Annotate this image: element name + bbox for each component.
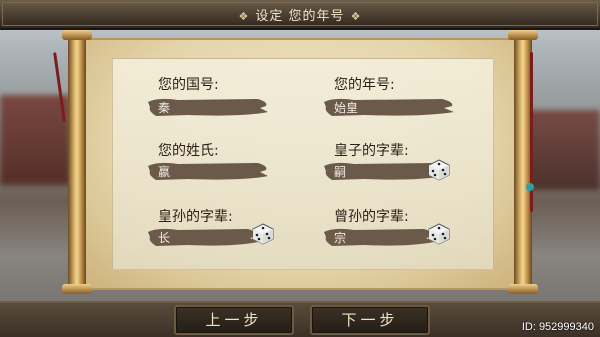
title-text: 设定 您的年号 bbox=[255, 9, 345, 24]
dice-icon[interactable] bbox=[427, 158, 451, 182]
country-value: 秦 bbox=[158, 101, 171, 115]
rod-cap-bottom-left bbox=[62, 284, 92, 294]
grandson-name-field[interactable]: 长 bbox=[148, 226, 268, 248]
ornament-left-icon: ❖ bbox=[238, 10, 250, 23]
prince-name-value: 嗣 bbox=[334, 165, 347, 179]
era-value: 始皇 bbox=[334, 101, 359, 115]
rod-cap-bottom-right bbox=[508, 284, 538, 294]
country-field[interactable]: 秦 bbox=[148, 96, 268, 118]
bottom-bar bbox=[0, 301, 600, 337]
grandson-name-value: 长 bbox=[158, 231, 171, 245]
next-step-button[interactable]: 下一步 bbox=[310, 305, 430, 335]
rod-cap-top-right bbox=[508, 30, 538, 40]
surname-field[interactable]: 嬴 bbox=[148, 160, 268, 182]
era-field[interactable]: 始皇 bbox=[324, 96, 454, 118]
dice-icon[interactable] bbox=[427, 222, 451, 246]
country-label: 您的国号: bbox=[158, 77, 219, 93]
title-bar: ❖ 设定 您的年号 ❖ bbox=[0, 0, 600, 30]
page-title: ❖ 设定 您的年号 ❖ bbox=[0, 5, 600, 24]
prev-step-button[interactable]: 上一步 bbox=[174, 305, 294, 335]
prince-name-field[interactable]: 嗣 bbox=[324, 160, 444, 182]
greatgrandson-name-field[interactable]: 宗 bbox=[324, 226, 444, 248]
dice-icon[interactable] bbox=[251, 222, 275, 246]
scroll-rod-left bbox=[68, 32, 86, 292]
jade-bead-icon bbox=[526, 183, 534, 191]
ornament-right-icon: ❖ bbox=[350, 10, 362, 23]
background-building-left bbox=[0, 95, 70, 185]
surname-label: 您的姓氏: bbox=[158, 143, 219, 159]
greatgrandson-name-value: 宗 bbox=[334, 231, 347, 245]
greatgrandson-name-label: 曾孙的字辈: bbox=[334, 209, 409, 225]
prince-name-label: 皇子的字辈: bbox=[334, 143, 409, 159]
user-id: ID: 952999340 bbox=[521, 321, 594, 333]
grandson-name-label: 皇孙的字辈: bbox=[158, 209, 233, 225]
rod-cap-top-left bbox=[62, 30, 92, 40]
era-label: 您的年号: bbox=[334, 77, 395, 93]
surname-value: 嬴 bbox=[158, 165, 171, 179]
